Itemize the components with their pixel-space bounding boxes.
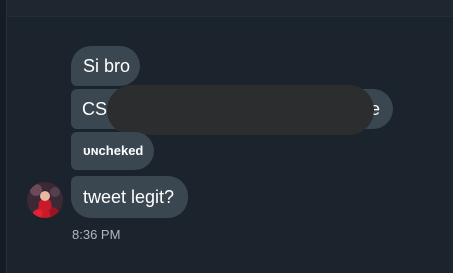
user-avatar-icon[interactable] — [27, 182, 63, 218]
message-timestamp: 8:36 PM — [72, 227, 121, 242]
message-text: tweet legit? — [83, 187, 175, 207]
message-bubble[interactable]: tweet legit? — [71, 176, 188, 218]
sidebar-edge — [0, 0, 7, 273]
redaction-overlay — [107, 85, 374, 135]
message-bubble[interactable]: Si bro — [71, 46, 140, 86]
message-bubble[interactable]: ᴜɴcheked — [71, 132, 154, 170]
top-bar — [0, 0, 453, 17]
message-text: CS — [82, 99, 108, 119]
message-text: Si bro — [83, 56, 131, 76]
message-text: ᴜɴcheked — [83, 143, 144, 158]
